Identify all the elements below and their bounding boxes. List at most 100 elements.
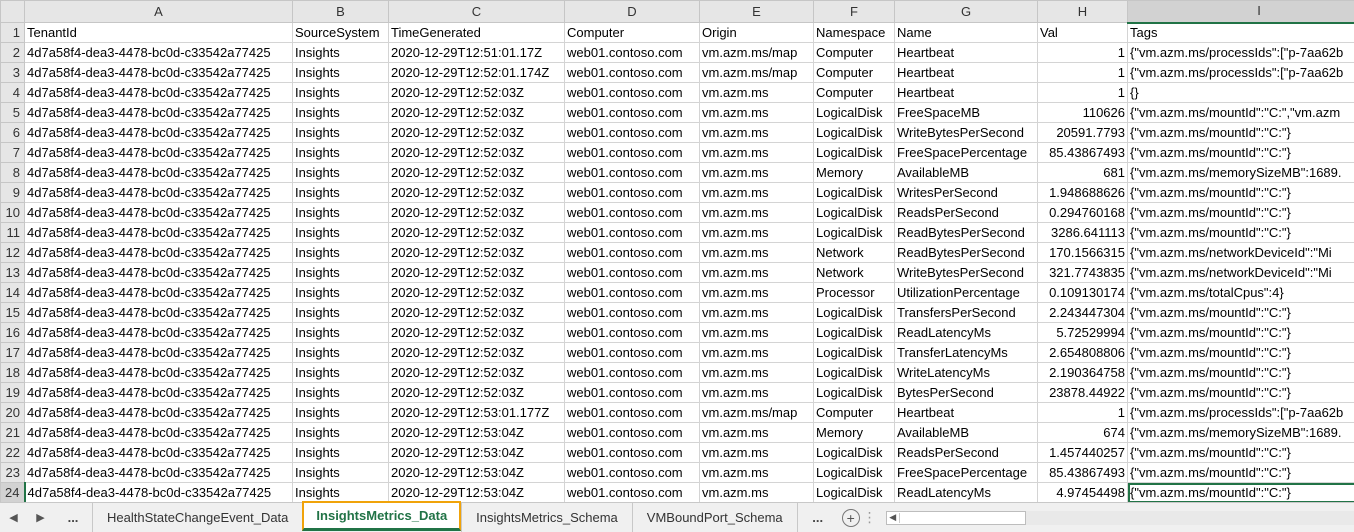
table-cell[interactable]: 2020-12-29T12:52:03Z [388,182,565,203]
sheet-tab-insightsmetrics-data[interactable]: InsightsMetrics_Data [302,500,462,531]
table-cell[interactable]: {"vm.azm.ms/totalCpus":4} [1127,282,1354,303]
table-cell[interactable]: AvailableMB [894,162,1038,183]
table-cell[interactable]: Insights [292,222,389,243]
table-cell[interactable]: web01.contoso.com [564,102,700,123]
table-cell[interactable]: 85.43867493 [1037,462,1128,483]
table-cell[interactable]: Insights [292,422,389,443]
add-sheet-icon[interactable]: + [841,508,860,527]
table-cell[interactable]: WriteLatencyMs [894,362,1038,383]
table-cell[interactable]: 4d7a58f4-dea3-4478-bc0d-c33542a77425 [24,422,293,443]
table-cell[interactable]: Insights [292,262,389,283]
row-header[interactable]: 14 [0,282,25,303]
table-cell[interactable]: Insights [292,162,389,183]
row-header[interactable]: 2 [0,42,25,63]
table-cell[interactable]: 2020-12-29T12:53:04Z [388,462,565,483]
table-cell[interactable]: TransfersPerSecond [894,302,1038,323]
table-cell[interactable]: 2020-12-29T12:51:01.17Z [388,42,565,63]
table-cell[interactable]: 4d7a58f4-dea3-4478-bc0d-c33542a77425 [24,362,293,383]
table-cell[interactable]: {"vm.azm.ms/networkDeviceId":"Mi [1127,262,1354,283]
table-cell[interactable]: TransferLatencyMs [894,342,1038,363]
table-cell[interactable]: 2020-12-29T12:52:03Z [388,102,565,123]
table-cell[interactable]: 2020-12-29T12:52:03Z [388,162,565,183]
row-header[interactable]: 22 [0,442,25,463]
worksheet-table[interactable]: A B C D E F G H I 1 TenantId SourceSystem T… [0,0,1354,502]
table-cell[interactable]: WritesPerSecond [894,182,1038,203]
next-sheet-arrow-icon[interactable]: ▶ [27,511,54,524]
row-header[interactable]: 16 [0,322,25,343]
table-cell[interactable]: web01.contoso.com [564,182,700,203]
row-header[interactable]: 5 [0,102,25,123]
table-cell[interactable]: 2020-12-29T12:52:01.174Z [388,62,565,83]
table-cell[interactable]: web01.contoso.com [564,402,700,423]
table-cell[interactable]: 4d7a58f4-dea3-4478-bc0d-c33542a77425 [24,142,293,163]
table-cell[interactable]: {"vm.azm.ms/mountId":"C:"} [1127,382,1354,403]
table-cell[interactable]: 2020-12-29T12:52:03Z [388,142,565,163]
table-cell[interactable]: 4d7a58f4-dea3-4478-bc0d-c33542a77425 [24,202,293,223]
scroll-left-arrow-icon[interactable]: ◀ [887,512,899,523]
table-cell[interactable]: SourceSystem [292,22,389,43]
table-cell[interactable]: LogicalDisk [813,482,895,502]
table-cell[interactable]: 1 [1037,82,1128,103]
column-header-d[interactable]: D [564,0,700,23]
table-cell[interactable]: 4.97454498 [1037,482,1128,502]
table-cell[interactable]: 2020-12-29T12:53:01.177Z [388,402,565,423]
table-cell[interactable]: Namespace [813,22,895,43]
table-cell[interactable]: 2020-12-29T12:52:03Z [388,342,565,363]
table-cell[interactable]: vm.azm.ms [699,82,814,103]
table-cell[interactable]: web01.contoso.com [564,202,700,223]
column-header-b[interactable]: B [292,0,389,23]
table-cell[interactable]: Insights [292,402,389,423]
table-cell[interactable]: Network [813,262,895,283]
table-cell[interactable]: vm.azm.ms [699,222,814,243]
table-cell[interactable]: vm.azm.ms [699,142,814,163]
table-cell[interactable]: ReadBytesPerSecond [894,242,1038,263]
row-header[interactable]: 20 [0,402,25,423]
table-cell[interactable]: 2020-12-29T12:52:03Z [388,82,565,103]
table-cell[interactable]: {"vm.azm.ms/memorySizeMB":1689. [1127,162,1354,183]
table-cell[interactable]: 4d7a58f4-dea3-4478-bc0d-c33542a77425 [24,302,293,323]
table-cell[interactable]: 2020-12-29T12:52:03Z [388,322,565,343]
column-header-c[interactable]: C [388,0,565,23]
table-cell[interactable]: 4d7a58f4-dea3-4478-bc0d-c33542a77425 [24,442,293,463]
table-cell[interactable]: Insights [292,142,389,163]
table-cell[interactable]: web01.contoso.com [564,262,700,283]
table-cell[interactable]: vm.azm.ms [699,122,814,143]
table-cell[interactable]: vm.azm.ms [699,482,814,502]
table-cell[interactable]: Computer [564,22,700,43]
table-cell[interactable]: {"vm.azm.ms/networkDeviceId":"Mi [1127,242,1354,263]
row-header[interactable]: 7 [0,142,25,163]
table-cell[interactable]: 2020-12-29T12:52:03Z [388,282,565,303]
table-cell[interactable]: vm.azm.ms/map [699,62,814,83]
row-header[interactable]: 17 [0,342,25,363]
table-cell[interactable]: 0.109130174 [1037,282,1128,303]
row-header[interactable]: 18 [0,362,25,383]
table-cell[interactable]: vm.azm.ms [699,242,814,263]
table-cell[interactable]: vm.azm.ms [699,262,814,283]
table-cell[interactable]: BytesPerSecond [894,382,1038,403]
table-cell[interactable]: vm.azm.ms [699,282,814,303]
select-all-corner[interactable] [0,0,25,23]
table-cell[interactable]: 4d7a58f4-dea3-4478-bc0d-c33542a77425 [24,342,293,363]
table-cell[interactable]: ReadLatencyMs [894,322,1038,343]
table-cell[interactable]: 4d7a58f4-dea3-4478-bc0d-c33542a77425 [24,262,293,283]
table-cell[interactable]: Insights [292,322,389,343]
sheet-tab-vmboundport-schema[interactable]: VMBoundPort_Schema [631,503,798,532]
row-header[interactable]: 12 [0,242,25,263]
table-cell[interactable]: Network [813,242,895,263]
scroll-track[interactable] [1025,510,1354,525]
table-cell[interactable]: 4d7a58f4-dea3-4478-bc0d-c33542a77425 [24,42,293,63]
table-cell[interactable]: {"vm.azm.ms/processIds":["p-7aa62b [1127,62,1354,83]
table-cell[interactable]: web01.contoso.com [564,222,700,243]
table-cell[interactable]: 20591.7793 [1037,122,1128,143]
table-cell[interactable]: Insights [292,182,389,203]
table-cell[interactable]: Memory [813,162,895,183]
table-cell[interactable]: 2020-12-29T12:52:03Z [388,222,565,243]
row-header[interactable]: 3 [0,62,25,83]
spreadsheet-grid[interactable]: A B C D E F G H I 1 TenantId SourceSystem T… [0,0,1354,502]
table-cell[interactable]: 4d7a58f4-dea3-4478-bc0d-c33542a77425 [24,122,293,143]
table-cell[interactable]: Computer [813,82,895,103]
table-cell[interactable]: 3286.641113 [1037,222,1128,243]
table-cell[interactable]: 2020-12-29T12:52:03Z [388,262,565,283]
table-cell[interactable]: LogicalDisk [813,122,895,143]
table-cell[interactable]: ReadBytesPerSecond [894,222,1038,243]
